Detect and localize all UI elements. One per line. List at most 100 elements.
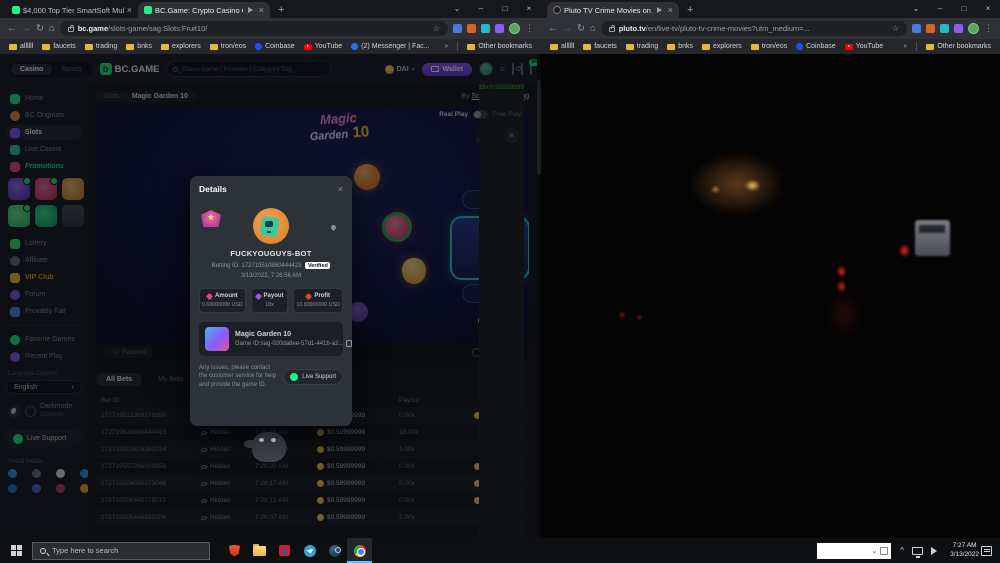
home-button[interactable]: ⌂ — [590, 23, 596, 34]
extension-icon[interactable] — [495, 24, 504, 33]
bookmark-item[interactable]: trading — [85, 43, 117, 50]
maximize-button[interactable]: □ — [493, 0, 517, 18]
taskbar-search-input[interactable]: Type here to search — [32, 542, 210, 560]
bookmark-item[interactable]: bnks — [126, 43, 152, 50]
taskbar-app-steam[interactable] — [322, 538, 347, 563]
tab-audio-icon[interactable] — [657, 7, 665, 13]
taskbar-app-telegram[interactable] — [297, 538, 322, 563]
reload-button[interactable]: ↻ — [36, 23, 44, 34]
address-bar[interactable]: pluto.tv/en/live-tv/pluto-tv-crime-movie… — [601, 21, 907, 36]
extension-icon[interactable] — [940, 24, 949, 33]
browser-menu-icon[interactable]: ⋮ — [984, 23, 993, 34]
tab-bcgame-active[interactable]: BC.Game: Crypto Casino Ga × — [138, 2, 270, 18]
bookmark-item[interactable]: Coinbase — [255, 43, 295, 50]
bookmark-item[interactable]: Coinbase — [796, 43, 836, 50]
bet-details-modal: Details × FUCKYOUGUYS-BOT Betting ID: 17… — [190, 176, 352, 426]
network-icon[interactable] — [912, 547, 923, 555]
url-host: bc.game — [78, 24, 108, 33]
copy-icon[interactable] — [346, 340, 352, 347]
home-button[interactable]: ⌂ — [49, 23, 55, 34]
url-path: /slots-game/sag:Slots:Fruit10/ — [108, 24, 207, 33]
vip-badge-icon — [201, 210, 221, 227]
bookmarks-overflow-icon[interactable]: » — [444, 43, 448, 50]
bookmark-item[interactable]: faucets — [42, 43, 76, 50]
new-tab-button[interactable]: + — [687, 2, 693, 18]
game-info-card[interactable]: Magic Garden 10 Game ID:sag-020da8ee-57d… — [199, 322, 343, 356]
search-icon — [40, 548, 46, 554]
action-center-icon[interactable] — [981, 546, 992, 556]
show-hidden-icons[interactable]: ^ — [900, 546, 904, 555]
close-button[interactable]: × — [517, 0, 541, 18]
player-avatar[interactable] — [253, 208, 289, 244]
distant-light — [637, 315, 642, 320]
bookmark-item[interactable]: explorers — [161, 43, 201, 50]
bookmark-item[interactable]: (2) Messenger | Fac... — [351, 43, 429, 50]
extension-icon[interactable] — [467, 24, 476, 33]
pluto-video-player[interactable] — [541, 54, 1000, 538]
close-icon[interactable]: × — [338, 184, 343, 194]
taskbar-app-adobe[interactable] — [272, 538, 297, 563]
pin-icon[interactable] — [330, 224, 339, 233]
bookmark-item[interactable]: faucets — [583, 43, 617, 50]
extension-icon[interactable] — [954, 24, 963, 33]
taskbar-app-chrome[interactable] — [347, 538, 372, 563]
taskbar-app-brave[interactable] — [222, 538, 247, 563]
other-bookmarks[interactable]: Other bookmarks — [926, 43, 991, 50]
bookmark-item[interactable]: trading — [626, 43, 658, 50]
brave-icon — [229, 545, 240, 557]
tab-smartsoft-promo[interactable]: $4,000 Top Tier SmartSoft Multip × — [6, 2, 138, 18]
bookmark-star-icon[interactable]: ☆ — [433, 24, 440, 33]
forward-button[interactable]: → — [22, 23, 32, 34]
back-button[interactable]: ← — [7, 23, 17, 34]
extension-icon[interactable] — [481, 24, 490, 33]
bookmark-item[interactable]: bnks — [667, 43, 693, 50]
dim-light — [711, 186, 720, 193]
profile-avatar[interactable] — [968, 23, 979, 34]
desktop: $4,000 Top Tier SmartSoft Multip × BC.Ga… — [0, 0, 1000, 563]
start-button[interactable] — [0, 538, 32, 563]
bookmarks-overflow-icon[interactable]: » — [903, 43, 907, 50]
extension-icon[interactable] — [926, 24, 935, 33]
bookmark-item[interactable]: tron/eos — [210, 43, 246, 50]
minimize-button[interactable]: – — [928, 0, 952, 18]
address-bar[interactable]: bc.game/slots-game/sag:Slots:Fruit10/ ☆ — [60, 21, 448, 36]
stat-icon — [305, 292, 312, 299]
taskbar-app-file-explorer[interactable] — [247, 538, 272, 563]
url-host: pluto.tv — [619, 24, 646, 33]
tab-close-icon[interactable]: × — [668, 5, 673, 15]
browser-menu-icon[interactable]: ⋮ — [525, 23, 534, 34]
chevron-down-icon[interactable]: ⌄ — [871, 547, 877, 555]
extension-icon[interactable] — [912, 24, 921, 33]
browser-toolbar: ← → ↻ ⌂ pluto.tv/en/live-tv/pluto-tv-cri… — [541, 18, 1000, 39]
bookmark-item[interactable]: explorers — [702, 43, 742, 50]
tab-close-icon[interactable]: × — [127, 5, 132, 15]
back-button[interactable]: ← — [548, 23, 558, 34]
extension-icon[interactable] — [453, 24, 462, 33]
volume-icon[interactable] — [931, 547, 941, 555]
distant-light — [619, 312, 625, 318]
reload-button[interactable]: ↻ — [577, 23, 585, 34]
new-tab-button[interactable]: + — [278, 2, 284, 18]
other-bookmarks[interactable]: Other bookmarks — [467, 43, 532, 50]
tray-language-box[interactable]: ⌄ — [817, 543, 891, 559]
tab-search-icon[interactable]: ⌄ — [445, 0, 469, 18]
tab-close-icon[interactable]: × — [259, 5, 264, 15]
bookmark-star-icon[interactable]: ☆ — [892, 24, 899, 33]
profile-avatar[interactable] — [509, 23, 520, 34]
minimize-button[interactable]: – — [469, 0, 493, 18]
bookmark-item[interactable]: tron/eos — [751, 43, 787, 50]
close-button[interactable]: × — [976, 0, 1000, 18]
tab-search-icon[interactable]: ⌄ — [904, 0, 928, 18]
forward-button[interactable]: → — [563, 23, 573, 34]
maximize-button[interactable]: □ — [952, 0, 976, 18]
system-clock[interactable]: 7:27 AM3/13/2022 — [950, 542, 979, 560]
bookmark-icon — [702, 44, 710, 50]
bookmark-item[interactable]: allllll — [550, 43, 574, 50]
chrome-icon — [354, 545, 366, 557]
bookmark-item[interactable]: YouTube — [845, 43, 884, 50]
bookmark-item[interactable]: allllll — [9, 43, 33, 50]
bookmark-item[interactable]: YouTube — [304, 43, 343, 50]
tab-audio-icon[interactable] — [248, 7, 256, 13]
live-support-button[interactable]: Live Support — [283, 369, 343, 385]
tab-pluto-tv[interactable]: Pluto TV Crime Movies on Pl × — [547, 2, 679, 18]
